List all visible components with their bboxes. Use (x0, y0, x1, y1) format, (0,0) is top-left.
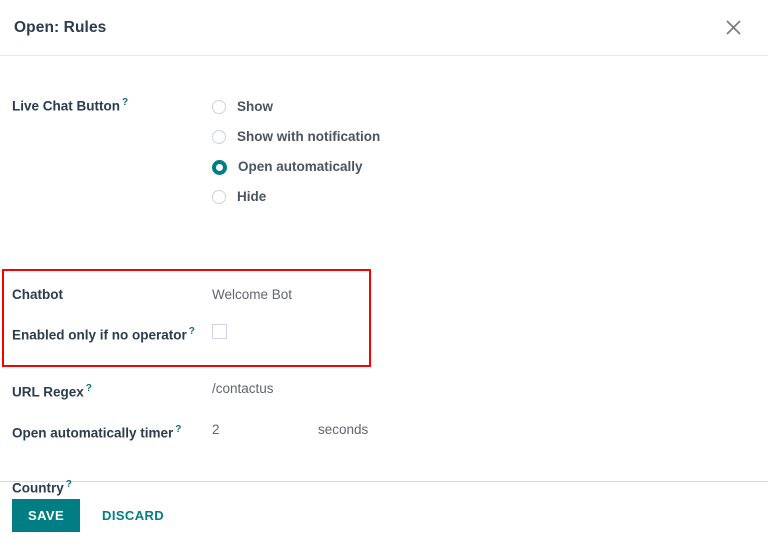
field-label-url-regex: URL Regex? (0, 378, 200, 404)
field-chatbot: Chatbot Welcome Bot (0, 284, 768, 306)
radio-icon-selected[interactable] (212, 159, 227, 175)
field-label-chatbot: Chatbot (12, 287, 63, 302)
radio-option-show[interactable]: Show (212, 92, 768, 122)
page-title: Open: Rules (14, 18, 107, 36)
field-label-open-automatically-timer: Open automatically timer? (0, 419, 200, 445)
radio-icon[interactable] (212, 190, 226, 204)
field-value-chatbot[interactable]: Welcome Bot (200, 284, 768, 306)
radio-option-show-with-notification[interactable]: Show with notification (212, 122, 768, 152)
radio-label: Show with notification (237, 129, 381, 144)
label-text: Country (12, 480, 64, 496)
field-label-live-chat-button: Live Chat Button? (0, 92, 200, 212)
timer-unit-label: seconds (318, 422, 369, 437)
radio-label: Show (237, 99, 273, 114)
radio-label: Hide (237, 189, 267, 204)
label-text: Open automatically timer (12, 425, 174, 441)
field-country: Country? (0, 474, 768, 500)
save-button[interactable]: SAVE (12, 499, 81, 532)
radio-icon[interactable] (212, 100, 226, 114)
help-icon[interactable]: ? (189, 326, 195, 337)
radio-group-live-chat-button: Show Show with notification Open automat… (200, 92, 768, 212)
radio-option-open-automatically[interactable]: Open automatically (212, 152, 768, 182)
radio-option-hide[interactable]: Hide (212, 182, 768, 212)
checkbox-enabled-only-if-no-operator[interactable] (212, 324, 227, 339)
dialog-header: Open: Rules (0, 0, 768, 56)
help-icon[interactable]: ? (122, 97, 128, 108)
radio-icon[interactable] (212, 130, 226, 144)
open-rules-dialog: Open: Rules Live Chat Button? Show Show … (0, 0, 768, 549)
radio-label: Open automatically (238, 159, 363, 174)
field-label-enabled-only-if-no-operator: Enabled only if no operator? (0, 321, 200, 347)
close-icon[interactable] (718, 13, 748, 43)
label-text: Live Chat Button (12, 98, 120, 114)
field-open-automatically-timer: Open automatically timer? 2 seconds (0, 419, 768, 445)
help-icon[interactable]: ? (86, 383, 92, 394)
field-value-live-chat-button: Show Show with notification Open automat… (200, 92, 768, 212)
label-text: Enabled only if no operator (12, 327, 187, 343)
field-label-country: Country? (0, 474, 200, 500)
field-value-url-regex[interactable]: /contactus (200, 378, 768, 404)
field-value-open-automatically-timer: 2 seconds (200, 419, 768, 445)
discard-button[interactable]: DISCARD (98, 499, 168, 532)
field-url-regex: URL Regex? /contactus (0, 378, 768, 404)
field-value-country[interactable] (200, 474, 768, 500)
help-icon[interactable]: ? (175, 424, 181, 435)
field-enabled-only-if-no-operator: Enabled only if no operator? (0, 321, 768, 347)
label-text: URL Regex (12, 384, 84, 400)
field-live-chat-button: Live Chat Button? Show Show with notific… (0, 92, 768, 212)
dialog-body: Live Chat Button? Show Show with notific… (0, 56, 768, 496)
field-value-enabled-only-if-no-operator (200, 321, 768, 347)
timer-value[interactable]: 2 (212, 419, 318, 445)
help-icon[interactable]: ? (66, 479, 72, 490)
